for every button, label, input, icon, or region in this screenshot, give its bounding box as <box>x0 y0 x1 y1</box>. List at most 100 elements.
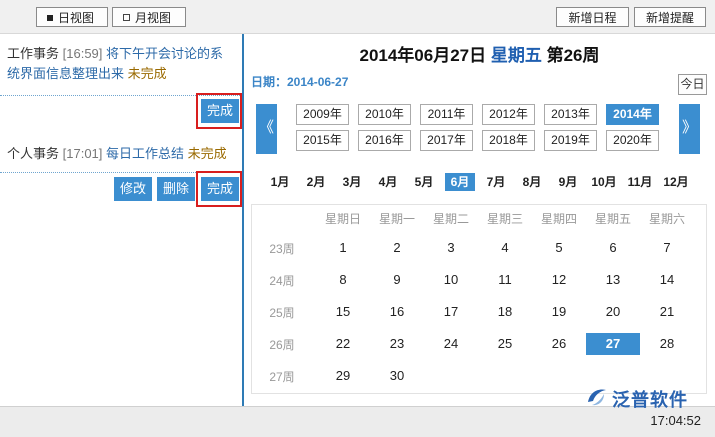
task-status: 未完成 <box>187 146 227 161</box>
calendar-day[interactable]: 19 <box>532 301 586 323</box>
complete-button[interactable]: 完成 <box>201 99 239 123</box>
year-option[interactable]: 2011年 <box>420 104 473 125</box>
calendar-day[interactable]: 5 <box>532 237 586 259</box>
month-option[interactable]: 9月 <box>553 173 583 191</box>
month-option[interactable]: 7月 <box>481 173 511 191</box>
date-label: 日期：2014-06-27 <box>251 75 349 89</box>
year-option[interactable]: 2017年 <box>420 130 473 151</box>
day-view-button[interactable]: 日视图 <box>36 7 108 27</box>
week-number: 26周 <box>269 338 295 352</box>
week-number: 27周 <box>269 370 295 384</box>
calendar-day[interactable]: 9 <box>370 269 424 291</box>
calendar-day[interactable]: 11 <box>478 269 532 291</box>
task-item: 个人事务 [17:01] 每日工作总结 未完成 <box>7 144 235 164</box>
day-view-label: 日视图 <box>58 11 95 25</box>
month-view-icon <box>123 14 130 22</box>
year-option[interactable]: 2019年 <box>544 130 597 151</box>
week-number: 24周 <box>269 274 295 288</box>
clock: 17:04:52 <box>650 413 701 428</box>
calendar-day[interactable]: 10 <box>424 269 478 291</box>
status-bar: 17:04:52 <box>0 406 715 437</box>
calendar-panel: 2014年06月27日 星期五 第26周 日期：2014-06-27 今日 《 … <box>244 34 715 406</box>
year-option[interactable]: 2014年 <box>606 104 659 125</box>
new-schedule-button[interactable]: 新增日程 <box>556 7 629 27</box>
calendar-day[interactable]: 7 <box>640 237 694 259</box>
month-view-button[interactable]: 月视图 <box>112 7 186 27</box>
month-option[interactable]: 4月 <box>373 173 403 191</box>
calendar-day[interactable]: 22 <box>316 333 370 355</box>
weekday-header: 星期二 <box>432 212 469 226</box>
calendar-day[interactable]: 20 <box>586 301 640 323</box>
delete-button[interactable]: 删除 <box>157 177 195 201</box>
calendar-day[interactable]: 17 <box>424 301 478 323</box>
calendar-title: 2014年06月27日 星期五 第26周 <box>244 41 715 66</box>
month-option[interactable]: 1月 <box>265 173 295 191</box>
task-title-link[interactable]: 每日工作总结 <box>106 146 184 161</box>
double-chevron-left-icon: 《 <box>258 119 274 136</box>
month-option[interactable]: 5月 <box>409 173 439 191</box>
calendar-day[interactable]: 1 <box>316 237 370 259</box>
weekday-header: 星期五 <box>594 212 631 226</box>
calendar-day[interactable]: 29 <box>316 365 370 387</box>
weekday-header: 星期一 <box>378 212 415 226</box>
week-number: 23周 <box>269 242 295 256</box>
weekday-header: 星期三 <box>486 212 523 226</box>
weekday-header: 星期六 <box>648 212 685 226</box>
complete-button[interactable]: 完成 <box>201 177 239 201</box>
task-time: [16:59] <box>62 46 103 61</box>
year-option[interactable]: 2018年 <box>482 130 535 151</box>
month-view-label: 月视图 <box>135 11 172 25</box>
calendar-day[interactable]: 8 <box>316 269 370 291</box>
prev-years-button[interactable]: 《 <box>256 104 277 154</box>
brand-name: 泛普软件 <box>612 390 688 410</box>
month-option[interactable]: 8月 <box>517 173 547 191</box>
calendar-day[interactable]: 16 <box>370 301 424 323</box>
task-time: [17:01] <box>62 146 103 161</box>
year-option[interactable]: 2012年 <box>482 104 535 125</box>
calendar-day[interactable]: 4 <box>478 237 532 259</box>
calendar-day[interactable]: 28 <box>640 333 694 355</box>
calendar-day[interactable]: 13 <box>586 269 640 291</box>
week-number: 25周 <box>269 306 295 320</box>
calendar-day[interactable]: 30 <box>370 365 424 387</box>
calendar-day[interactable]: 24 <box>424 333 478 355</box>
toolbar: 日视图 月视图 新增日程 新增提醒 <box>0 0 715 34</box>
year-option[interactable]: 2020年 <box>606 130 659 151</box>
calendar-day[interactable]: 12 <box>532 269 586 291</box>
year-option[interactable]: 2013年 <box>544 104 597 125</box>
month-option[interactable]: 12月 <box>661 173 691 191</box>
brand-logo-icon <box>588 389 606 406</box>
task-list-panel: 工作事务 [16:59] 将下午开会讨论的系统界面信息整理出来 未完成 完成 个… <box>0 34 242 406</box>
month-option[interactable]: 3月 <box>337 173 367 191</box>
calendar-day[interactable]: 27 <box>586 333 640 355</box>
calendar-day[interactable]: 21 <box>640 301 694 323</box>
calendar-day[interactable]: 18 <box>478 301 532 323</box>
weekday-header: 星期四 <box>540 212 577 226</box>
task-item: 工作事务 [16:59] 将下午开会讨论的系统界面信息整理出来 未完成 <box>7 44 235 84</box>
calendar-day[interactable]: 15 <box>316 301 370 323</box>
month-option[interactable]: 2月 <box>301 173 331 191</box>
new-reminder-button[interactable]: 新增提醒 <box>634 7 706 27</box>
title-week: 第26周 <box>546 46 600 65</box>
year-option[interactable]: 2015年 <box>296 130 349 151</box>
next-years-button[interactable]: 》 <box>679 104 700 154</box>
edit-button[interactable]: 修改 <box>114 177 152 201</box>
year-option[interactable]: 2009年 <box>296 104 349 125</box>
day-view-icon <box>47 14 53 21</box>
year-option[interactable]: 2016年 <box>358 130 411 151</box>
month-option[interactable]: 11月 <box>625 173 655 191</box>
task-status: 未完成 <box>127 66 167 81</box>
today-button[interactable]: 今日 <box>678 74 707 95</box>
double-chevron-right-icon: 》 <box>681 119 697 136</box>
calendar-day[interactable]: 14 <box>640 269 694 291</box>
calendar-day[interactable]: 6 <box>586 237 640 259</box>
task-type: 个人事务 <box>7 146 60 161</box>
month-option[interactable]: 6月 <box>445 173 475 191</box>
calendar-day[interactable]: 23 <box>370 333 424 355</box>
calendar-day[interactable]: 25 <box>478 333 532 355</box>
calendar-day[interactable]: 3 <box>424 237 478 259</box>
year-option[interactable]: 2010年 <box>358 104 411 125</box>
calendar-day[interactable]: 26 <box>532 333 586 355</box>
calendar-day[interactable]: 2 <box>370 237 424 259</box>
month-option[interactable]: 10月 <box>589 173 619 191</box>
